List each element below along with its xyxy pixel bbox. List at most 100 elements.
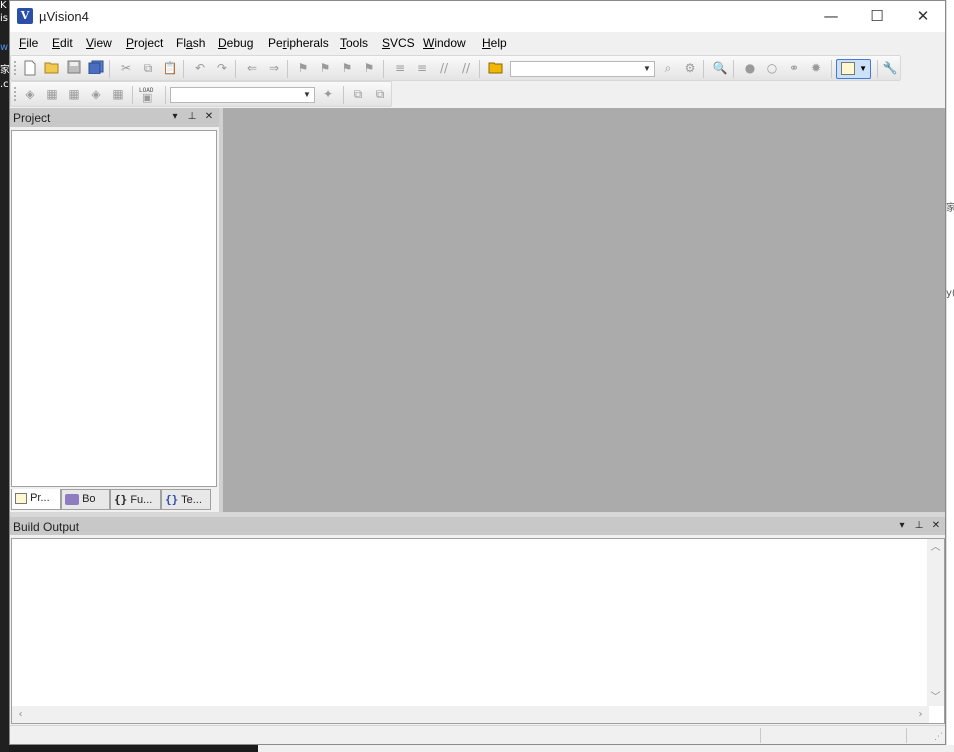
- build-output-title: Build Output: [13, 520, 80, 534]
- resize-grip-icon[interactable]: ⋰: [934, 732, 943, 742]
- horizontal-scrollbar[interactable]: ‹ ›: [12, 706, 929, 723]
- manage-components-icon[interactable]: ⧉: [349, 86, 367, 102]
- nav-back-icon[interactable]: ⇐: [243, 60, 261, 76]
- configure-icon[interactable]: 🔧: [881, 60, 899, 76]
- desktop-fragment-text: K: [0, 0, 7, 11]
- uvision-app-icon: V: [17, 8, 33, 24]
- scroll-left-icon[interactable]: ‹: [12, 706, 29, 723]
- scroll-down-icon[interactable]: ﹀: [927, 689, 944, 706]
- incremental-find-icon[interactable]: ⌕: [659, 60, 677, 76]
- window-select-icon: [841, 62, 855, 75]
- save-all-icon[interactable]: [87, 60, 105, 76]
- toolbar-separator: [733, 60, 734, 78]
- download-icon: ▣: [142, 91, 153, 104]
- redo-icon[interactable]: ↷: [213, 60, 231, 76]
- debug-find-icon[interactable]: ⚙: [681, 60, 699, 76]
- uncomment-icon[interactable]: //: [457, 60, 475, 76]
- tab-project-label: Pr...: [30, 492, 50, 504]
- panel-dropdown-icon[interactable]: ▾: [168, 110, 182, 124]
- translate-icon[interactable]: ◈: [21, 86, 39, 102]
- close-icon[interactable]: ✕: [929, 519, 943, 533]
- clear-bookmarks-icon[interactable]: ⚑: [360, 60, 378, 76]
- vertical-scrollbar[interactable]: ︿ ﹀: [927, 539, 944, 706]
- chevron-down-icon[interactable]: ▼: [641, 63, 653, 75]
- cut-icon[interactable]: ✂: [117, 60, 135, 76]
- target-combo[interactable]: ▼: [170, 87, 315, 103]
- project-panel-header[interactable]: Project ▾ ⊥ ✕: [10, 108, 219, 127]
- pin-icon[interactable]: ⊥: [185, 110, 199, 124]
- comment-icon[interactable]: //: [435, 60, 453, 76]
- menu-tools[interactable]: Tools: [340, 36, 368, 50]
- tab-books[interactable]: Bo: [61, 489, 110, 510]
- nav-forward-icon[interactable]: ⇒: [265, 60, 283, 76]
- download-button[interactable]: LOAD ▣: [139, 86, 161, 104]
- unindent-icon[interactable]: ≡: [413, 60, 431, 76]
- kill-all-breakpoints-icon[interactable]: ✹: [807, 60, 825, 76]
- desktop-background-bottom: [258, 745, 954, 752]
- tab-templates[interactable]: {} Te...: [161, 489, 211, 510]
- disable-all-breakpoints-icon[interactable]: ⚭: [785, 60, 803, 76]
- menu-flash[interactable]: Flash: [176, 36, 205, 50]
- open-folder-icon[interactable]: [43, 60, 61, 76]
- maximize-button[interactable]: ☐: [854, 1, 900, 32]
- build-output-header[interactable]: Build Output ▾ ⊥ ✕: [10, 517, 945, 535]
- menu-help[interactable]: Help: [482, 36, 507, 50]
- pin-icon[interactable]: ⊥: [912, 519, 926, 533]
- desktop-background-left: [0, 0, 9, 752]
- panel-dropdown-icon[interactable]: ▾: [895, 519, 909, 533]
- tab-project[interactable]: Pr...: [11, 489, 61, 510]
- tab-books-label: Bo: [82, 493, 96, 505]
- menu-edit[interactable]: Edit: [52, 36, 73, 50]
- menu-file[interactable]: File: [19, 36, 38, 50]
- menu-project[interactable]: Project: [126, 36, 163, 50]
- copy-icon[interactable]: ⧉: [139, 60, 157, 76]
- close-button[interactable]: ✕: [900, 1, 946, 32]
- title-bar[interactable]: V µVision4 — ☐ ✕: [10, 1, 945, 32]
- indent-icon[interactable]: ≡: [391, 60, 409, 76]
- desktop-fragment-text: y(: [946, 288, 954, 299]
- toolbar-separator: [235, 60, 236, 78]
- target-options-icon[interactable]: ✦: [319, 86, 337, 102]
- disabled-breakpoint-icon[interactable]: ○: [763, 60, 781, 76]
- stop-build-icon[interactable]: ▦: [109, 86, 127, 102]
- chevron-down-icon[interactable]: ▼: [301, 89, 313, 101]
- manage-project-items-icon[interactable]: ⧉: [371, 86, 389, 102]
- scroll-up-icon[interactable]: ︿: [927, 539, 944, 556]
- build-icon[interactable]: ▦: [43, 86, 61, 102]
- minimize-button[interactable]: —: [808, 1, 854, 32]
- zoom-find-icon[interactable]: 🔍: [711, 60, 729, 76]
- close-icon[interactable]: ✕: [202, 110, 216, 124]
- project-tree[interactable]: [11, 130, 217, 487]
- window-select-button[interactable]: ▼: [836, 59, 871, 79]
- toolbar-separator: [383, 60, 384, 78]
- breakpoint-icon[interactable]: ●: [741, 60, 759, 76]
- find-in-files-icon[interactable]: [487, 60, 505, 76]
- undo-icon[interactable]: ↶: [191, 60, 209, 76]
- status-bar: ⋰: [10, 725, 945, 744]
- tab-functions[interactable]: {} Fu...: [110, 489, 161, 510]
- batch-build-icon[interactable]: ◈: [87, 86, 105, 102]
- new-file-icon[interactable]: [21, 60, 39, 76]
- file-toolbar: ✂ ⧉ 📋 ↶ ↷ ⇐ ⇒ ⚑ ⚑ ⚑ ⚑ ≡ ≡ // // ▼ ⌕ ⚙ 🔍 …: [10, 55, 901, 81]
- menu-window[interactable]: Window: [423, 36, 466, 50]
- next-bookmark-icon[interactable]: ⚑: [338, 60, 356, 76]
- scroll-right-icon[interactable]: ›: [912, 706, 929, 723]
- menu-svcs[interactable]: SVCS: [382, 36, 415, 50]
- bookmark-icon[interactable]: ⚑: [294, 60, 312, 76]
- paste-icon[interactable]: 📋: [161, 60, 179, 76]
- menu-debug[interactable]: Debug: [218, 36, 253, 50]
- build-output-panel: Build Output ▾ ⊥ ✕ ︿ ﹀ ‹ ›: [10, 517, 945, 725]
- menu-peripherals[interactable]: Peripherals: [268, 36, 329, 50]
- books-tab-icon: [65, 493, 79, 505]
- build-output-text[interactable]: ︿ ﹀ ‹ ›: [11, 538, 945, 724]
- save-icon[interactable]: [65, 60, 83, 76]
- toolbar-grip[interactable]: [14, 61, 17, 75]
- toolbar-grip[interactable]: [14, 87, 17, 101]
- toolbar-separator: [703, 60, 704, 78]
- project-panel: Project ▾ ⊥ ✕ Pr... Bo {} Fu... {} Te...: [10, 108, 219, 512]
- prev-bookmark-icon[interactable]: ⚑: [316, 60, 334, 76]
- editor-area[interactable]: [223, 108, 945, 512]
- menu-view[interactable]: View: [86, 36, 112, 50]
- find-combo[interactable]: ▼: [510, 61, 655, 77]
- rebuild-icon[interactable]: ▦: [65, 86, 83, 102]
